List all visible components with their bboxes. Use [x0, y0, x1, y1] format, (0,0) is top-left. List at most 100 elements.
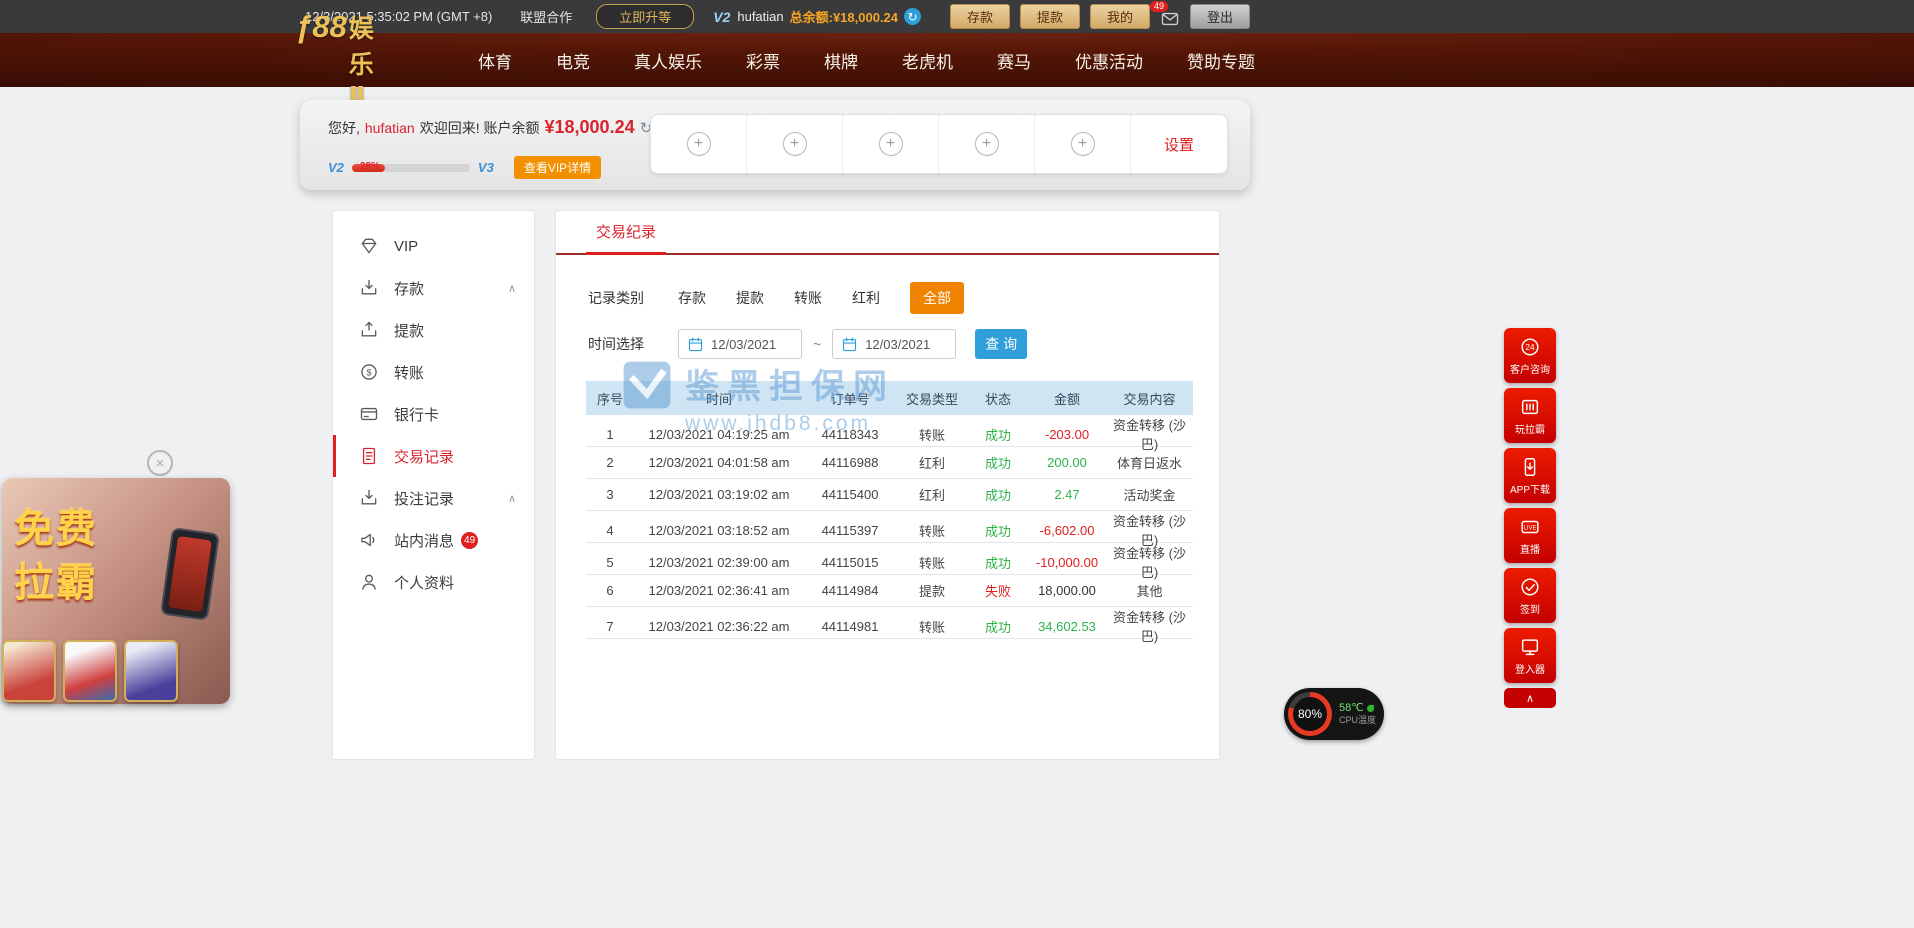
greeting-suffix: 欢迎回来! 账户余额: [420, 118, 540, 138]
cell-amount: 2.47: [1028, 487, 1106, 502]
cpu-monitor-widget: 80% 58℃ CPU温度: [1284, 688, 1384, 740]
table-row[interactable]: 412/03/2021 03:18:52 am44115397转账成功-6,60…: [586, 511, 1193, 543]
settings-button[interactable]: 设置: [1131, 115, 1227, 173]
cell-type: 转账: [896, 553, 968, 572]
table-row[interactable]: 712/03/2021 02:36:22 am44114981转账成功34,60…: [586, 607, 1193, 639]
float-button-3[interactable]: APP下载: [1504, 448, 1556, 503]
transaction-record-icon: [359, 446, 379, 466]
cell-status: 成功: [968, 553, 1028, 572]
greeting: 您好, hufatian 欢迎回来! 账户余额 ¥18,000.24 ↻: [328, 117, 652, 138]
shortcut-cells: +++++: [651, 115, 1131, 173]
add-payment-shortcut[interactable]: +: [939, 115, 1035, 173]
nav-item-2[interactable]: 电竞: [556, 48, 590, 73]
float-button-label: 玩拉霸: [1515, 421, 1545, 436]
table-row[interactable]: 312/03/2021 03:19:02 am44115400红利成功2.47活…: [586, 479, 1193, 511]
add-payment-shortcut[interactable]: +: [651, 115, 747, 173]
refresh-balance-icon[interactable]: ↻: [904, 8, 921, 25]
sidebar-item-5[interactable]: 银行卡: [333, 393, 534, 435]
nav-item-7[interactable]: 赛马: [997, 48, 1031, 73]
promo-thumbnail[interactable]: [2, 640, 56, 702]
message-icon[interactable]: 49: [1160, 9, 1180, 25]
date-from-value: 12/03/2021: [711, 337, 776, 352]
float-button-2[interactable]: 玩拉霸: [1504, 388, 1556, 443]
cell-time: 12/03/2021 02:39:00 am: [634, 555, 804, 570]
category-chip-1[interactable]: 存款: [678, 288, 706, 308]
topbar-deposit-button[interactable]: 存款: [950, 4, 1010, 29]
promo-thumbnail[interactable]: [124, 640, 178, 702]
table-header-cell: 状态: [968, 389, 1028, 408]
close-promo-icon[interactable]: ×: [147, 450, 173, 476]
vip-progress-bar: 28%: [352, 164, 470, 172]
nav-item-5[interactable]: 棋牌: [824, 48, 858, 73]
tab-transaction-records[interactable]: 交易纪录: [586, 209, 666, 255]
promo-thumbnails: [2, 640, 178, 702]
date-from-input[interactable]: 12/03/2021: [678, 329, 802, 359]
plus-icon: +: [1071, 132, 1095, 156]
date-to-input[interactable]: 12/03/2021: [832, 329, 956, 359]
category-chip-5[interactable]: 全部: [910, 282, 964, 314]
nav-item-3[interactable]: 真人娱乐: [634, 48, 702, 73]
nav-item-1[interactable]: 体育: [478, 48, 512, 73]
add-payment-shortcut[interactable]: +: [843, 115, 939, 173]
topbar-mine-button[interactable]: 我的: [1090, 4, 1150, 29]
launcher-icon: [1519, 636, 1541, 658]
cell-type: 红利: [896, 485, 968, 504]
topbar-withdraw-button[interactable]: 提款: [1020, 4, 1080, 29]
table-header-cell: 时间: [634, 389, 804, 408]
table-row[interactable]: 212/03/2021 04:01:58 am44116988红利成功200.0…: [586, 447, 1193, 479]
site-logo[interactable]: ƒ88 娱乐Ⅱ: [295, 9, 378, 111]
sidebar-item-7[interactable]: 投注记录∧: [333, 477, 534, 519]
svg-text:24: 24: [1525, 343, 1535, 352]
sidebar-item-label: 银行卡: [394, 404, 439, 425]
float-button-4[interactable]: LIVE直播: [1504, 508, 1556, 563]
table-row[interactable]: 612/03/2021 02:36:41 am44114984提款失败18,00…: [586, 575, 1193, 607]
sidebar-item-8[interactable]: 站内消息49: [333, 519, 534, 561]
query-button[interactable]: 查 询: [975, 329, 1027, 359]
topbar: 12/3/2021 5:35:02 PM (GMT +8) 联盟合作 立即升等 …: [0, 0, 1914, 33]
float-button-label: 签到: [1520, 601, 1540, 616]
cell-status: 成功: [968, 425, 1028, 444]
sidebar-item-label: 交易记录: [394, 446, 454, 467]
add-payment-shortcut[interactable]: +: [1035, 115, 1131, 173]
table-row[interactable]: 112/03/2021 04:19:25 am44118343转账成功-203.…: [586, 415, 1193, 447]
sidebar-item-1[interactable]: VIP: [333, 225, 534, 267]
sidebar-item-3[interactable]: 提款: [333, 309, 534, 351]
category-chip-4[interactable]: 红利: [852, 288, 880, 308]
nav-item-9[interactable]: 赞助专题: [1187, 48, 1255, 73]
table-row[interactable]: 512/03/2021 02:39:00 am44115015转账成功-10,0…: [586, 543, 1193, 575]
withdraw-icon: [359, 320, 379, 340]
sidebar-item-6[interactable]: 交易记录: [333, 435, 534, 477]
category-chip-2[interactable]: 提款: [736, 288, 764, 308]
service-24-icon: 24: [1519, 336, 1541, 358]
table-header-cell: 订单号: [804, 389, 896, 408]
cell-detail: 体育日返水: [1106, 453, 1193, 472]
nav-item-4[interactable]: 彩票: [746, 48, 780, 73]
shortcut-panel: +++++ 设置: [650, 114, 1228, 174]
float-button-6[interactable]: 登入器: [1504, 628, 1556, 683]
upgrade-button[interactable]: 立即升等: [596, 4, 694, 29]
cell-status: 失败: [968, 581, 1028, 600]
sidebar-item-2[interactable]: 存款∧: [333, 267, 534, 309]
category-chip-3[interactable]: 转账: [794, 288, 822, 308]
cell-order: 44115015: [804, 555, 896, 570]
cell-no: 2: [586, 455, 634, 470]
sidebar-items: VIP存款∧提款$转账银行卡交易记录投注记录∧站内消息49个人资料: [333, 225, 534, 603]
sidebar-item-4[interactable]: $转账: [333, 351, 534, 393]
vip-current-badge: V2: [328, 160, 344, 175]
collapse-floatbar-button[interactable]: ∧: [1504, 688, 1556, 708]
sidebar-item-9[interactable]: 个人资料: [333, 561, 534, 603]
add-payment-shortcut[interactable]: +: [747, 115, 843, 173]
float-button-5[interactable]: 签到: [1504, 568, 1556, 623]
nav-item-8[interactable]: 优惠活动: [1075, 48, 1143, 73]
alliance-link[interactable]: 联盟合作: [520, 7, 572, 26]
promo-thumbnail[interactable]: [63, 640, 117, 702]
float-button-1[interactable]: 24客户咨询: [1504, 328, 1556, 383]
vip-detail-button[interactable]: 查看VIP详情: [514, 156, 601, 179]
nav-item-6[interactable]: 老虎机: [902, 48, 953, 73]
cell-type: 转账: [896, 617, 968, 636]
cell-type: 转账: [896, 521, 968, 540]
float-button-label: 直播: [1520, 541, 1540, 556]
topbar-inner: 12/3/2021 5:35:02 PM (GMT +8) 联盟合作 立即升等 …: [305, 0, 1250, 33]
logout-button[interactable]: 登出: [1190, 4, 1250, 29]
vip-level-icon: V2: [713, 9, 730, 25]
